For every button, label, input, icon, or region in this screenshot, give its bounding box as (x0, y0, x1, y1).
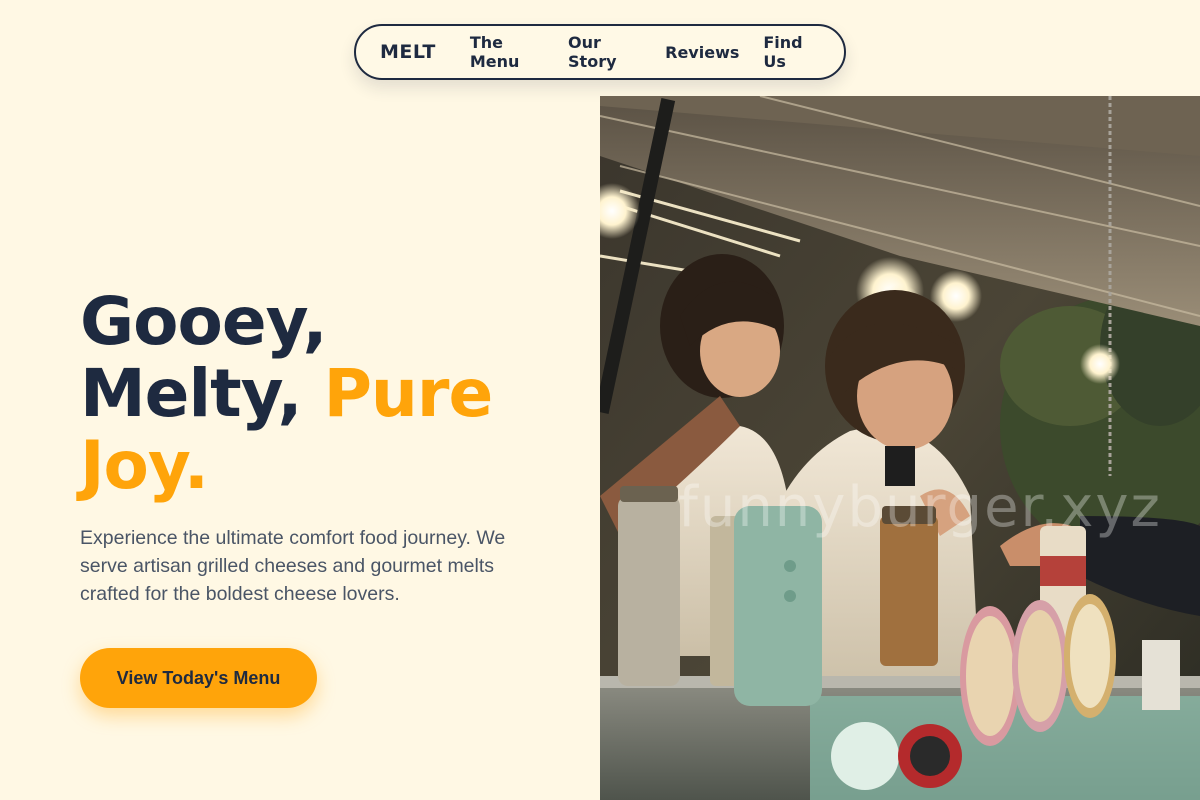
nav-link-menu[interactable]: The Menu (470, 33, 544, 71)
top-nav: MELT The Menu Our Story Reviews Find Us (354, 24, 846, 80)
headline-accent-pure: Pure (323, 355, 494, 432)
headline-line-2: Melty, (80, 355, 324, 432)
nav-link-story[interactable]: Our Story (568, 33, 641, 71)
hero-subtitle: Experience the ultimate comfort food jou… (80, 527, 506, 605)
nav-link-find-us[interactable]: Find Us (763, 33, 820, 71)
nav-link-reviews[interactable]: Reviews (665, 43, 739, 62)
image-watermark: funnyburger.xyz (678, 475, 1162, 540)
brand-logo[interactable]: MELT (380, 41, 436, 63)
view-menu-button[interactable]: View Today's Menu (80, 648, 317, 708)
headline-line-1: Gooey, (80, 283, 328, 360)
hero-headline: Gooey, Melty, Pure Joy. (80, 283, 494, 504)
hero-photo-food-stall: funnyburger.xyz (600, 96, 1200, 800)
headline-accent-joy: Joy. (80, 427, 209, 504)
